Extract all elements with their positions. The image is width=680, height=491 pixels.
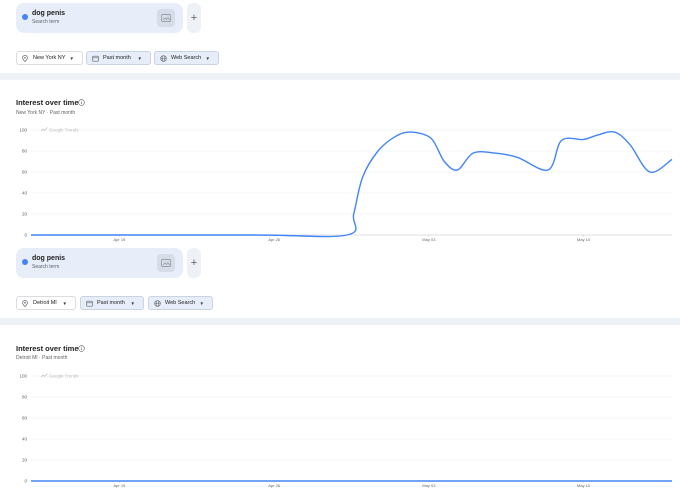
property-filter-label: Web Search bbox=[165, 300, 196, 306]
x-tick-label: May 10 bbox=[577, 237, 591, 242]
period-filter[interactable]: Past month ▼ bbox=[86, 51, 151, 65]
info-icon[interactable] bbox=[78, 345, 85, 352]
location-pin-icon bbox=[22, 300, 28, 307]
search-term-card[interactable]: dog penis Search term bbox=[16, 248, 183, 278]
trending-up-icon bbox=[40, 127, 48, 132]
calendar-icon bbox=[86, 300, 93, 307]
period-filter[interactable]: Past month ▼ bbox=[80, 296, 144, 310]
section-divider bbox=[0, 73, 680, 80]
y-tick-label: 80 bbox=[22, 395, 28, 400]
y-tick-label: 20 bbox=[22, 212, 28, 217]
search-term-label: Search term bbox=[32, 264, 60, 270]
y-tick-label: 0 bbox=[24, 233, 27, 238]
search-term-name: dog penis bbox=[32, 10, 66, 17]
location-pin-icon bbox=[22, 55, 28, 62]
x-tick-label: May 03 bbox=[422, 483, 436, 488]
section-divider bbox=[0, 318, 680, 325]
y-tick-label: 40 bbox=[22, 437, 28, 442]
section-subtitle: New York NY · Past month bbox=[16, 110, 76, 116]
section-subtitle: Detroit MI · Past month bbox=[16, 355, 68, 361]
add-comparison-button[interactable]: + bbox=[187, 248, 201, 278]
compare-image-icon[interactable] bbox=[157, 254, 175, 272]
chevron-down-icon: ▼ bbox=[205, 56, 210, 61]
x-tick-label: Apr 26 bbox=[268, 483, 281, 488]
location-filter-label: New York NY bbox=[33, 55, 66, 61]
globe-icon bbox=[160, 55, 167, 62]
section-title: Interest over time bbox=[16, 98, 79, 107]
search-term-card[interactable]: dog penis Search term bbox=[16, 3, 183, 33]
y-tick-label: 100 bbox=[19, 374, 27, 379]
watermark-label: Google Trends bbox=[49, 128, 79, 133]
chevron-down-icon: ▼ bbox=[137, 56, 142, 61]
x-tick-label: May 10 bbox=[577, 483, 591, 488]
watermark-label: Google Trends bbox=[49, 374, 79, 379]
chevron-down-icon: ▼ bbox=[62, 301, 67, 306]
trending-up-icon bbox=[40, 373, 48, 378]
chevron-down-icon: ▼ bbox=[130, 301, 135, 306]
chevron-down-icon: ▼ bbox=[69, 56, 74, 61]
chevron-down-icon: ▼ bbox=[199, 301, 204, 306]
add-comparison-button[interactable]: + bbox=[187, 3, 201, 33]
period-filter-label: Past month bbox=[103, 55, 131, 61]
y-tick-label: 0 bbox=[24, 479, 27, 484]
y-tick-label: 20 bbox=[22, 458, 28, 463]
info-icon[interactable] bbox=[78, 99, 85, 106]
y-tick-label: 100 bbox=[19, 128, 27, 133]
y-tick-label: 60 bbox=[22, 170, 28, 175]
y-tick-label: 60 bbox=[22, 416, 28, 421]
location-filter[interactable]: Detroit MI ▼ bbox=[16, 296, 76, 310]
series-line bbox=[31, 131, 673, 238]
x-tick-label: Apr 26 bbox=[268, 237, 281, 242]
compare-image-icon[interactable] bbox=[157, 9, 175, 27]
calendar-icon bbox=[92, 55, 99, 62]
series-color-dot bbox=[22, 14, 28, 20]
x-tick-label: Apr 19 bbox=[114, 237, 127, 242]
interest-over-time-chart: 100 80 60 40 20 0 Apr 19 Apr 26 May 03 May 10 Go… bbox=[19, 373, 672, 488]
section-title: Interest over time bbox=[16, 344, 79, 353]
property-filter[interactable]: Web Search ▼ bbox=[154, 51, 219, 65]
trends-panel-detroit: dog penis Search term + Detroit MI ▼ Pas… bbox=[0, 245, 680, 491]
search-term-label: Search term bbox=[32, 19, 60, 25]
interest-over-time-chart: 100 80 60 40 20 0 Apr 19 Apr 26 May 03 May 10 Go… bbox=[19, 127, 673, 242]
period-filter-label: Past month bbox=[97, 300, 125, 306]
y-tick-label: 40 bbox=[22, 191, 28, 196]
trends-panel-new-york: dog penis Search term + New York NY ▼ Pa… bbox=[0, 0, 680, 245]
location-filter-label: Detroit MI bbox=[33, 300, 57, 306]
x-tick-label: May 03 bbox=[422, 237, 436, 242]
series-color-dot bbox=[22, 259, 28, 265]
globe-icon bbox=[154, 300, 161, 307]
property-filter[interactable]: Web Search ▼ bbox=[148, 296, 213, 310]
search-term-name: dog penis bbox=[32, 255, 66, 262]
x-tick-label: Apr 19 bbox=[114, 483, 127, 488]
y-tick-label: 80 bbox=[22, 149, 28, 154]
location-filter[interactable]: New York NY ▼ bbox=[16, 51, 83, 65]
property-filter-label: Web Search bbox=[171, 55, 202, 61]
